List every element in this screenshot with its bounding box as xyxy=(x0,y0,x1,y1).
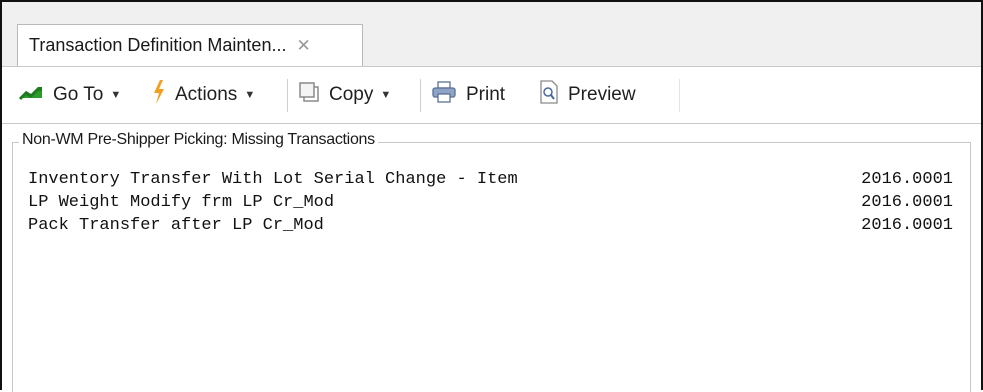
preview-icon xyxy=(539,80,559,110)
goto-button[interactable]: Go To ▼ xyxy=(18,67,121,123)
transaction-version: 2016.0001 xyxy=(861,170,953,189)
preview-label: Preview xyxy=(568,84,636,105)
toolbar-separator xyxy=(287,79,288,112)
groupbox-border xyxy=(970,142,971,392)
transaction-version: 2016.0001 xyxy=(861,193,953,212)
goto-label: Go To xyxy=(53,84,104,105)
toolbar-separator xyxy=(420,79,421,112)
printer-icon xyxy=(431,81,457,109)
list-item: Inventory Transfer With Lot Serial Chang… xyxy=(28,170,953,193)
preview-button[interactable]: Preview xyxy=(539,67,636,123)
copy-button[interactable]: Copy ▼ xyxy=(298,67,391,123)
close-icon[interactable]: ✕ xyxy=(296,36,310,56)
toolbar: Go To ▼ Actions ▼ Copy ▼ Print Preview xyxy=(2,66,981,124)
goto-dropdown-icon: ▼ xyxy=(110,89,122,101)
transaction-name: Inventory Transfer With Lot Serial Chang… xyxy=(28,170,518,189)
toolbar-separator xyxy=(679,79,680,112)
groupbox-border xyxy=(12,142,13,392)
actions-label: Actions xyxy=(175,84,238,105)
tab-label: Transaction Definition Mainten... xyxy=(29,35,287,55)
application-window: Transaction Definition Mainten... ✕ Go T… xyxy=(0,0,983,392)
print-button[interactable]: Print xyxy=(431,67,505,123)
transaction-version: 2016.0001 xyxy=(861,216,953,235)
copy-icon xyxy=(298,81,320,109)
tab-strip: Transaction Definition Mainten... ✕ xyxy=(2,2,981,66)
copy-dropdown-icon: ▼ xyxy=(380,89,392,101)
actions-dropdown-icon: ▼ xyxy=(244,89,256,101)
groupbox-title: Non-WM Pre-Shipper Picking: Missing Tran… xyxy=(19,131,378,149)
goto-arrow-icon xyxy=(18,83,44,107)
print-label: Print xyxy=(466,84,506,105)
transaction-name: LP Weight Modify frm LP Cr_Mod xyxy=(28,193,335,212)
content-panel: Non-WM Pre-Shipper Picking: Missing Tran… xyxy=(2,124,981,392)
lightning-icon xyxy=(152,80,166,110)
copy-label: Copy xyxy=(329,84,374,105)
list-item: Pack Transfer after LP Cr_Mod 2016.0001 xyxy=(28,216,953,239)
transaction-list: Inventory Transfer With Lot Serial Chang… xyxy=(28,170,953,239)
list-item: LP Weight Modify frm LP Cr_Mod 2016.0001 xyxy=(28,193,953,216)
tab-transaction-definition[interactable]: Transaction Definition Mainten... ✕ xyxy=(17,24,363,66)
actions-button[interactable]: Actions ▼ xyxy=(152,67,255,123)
transaction-name: Pack Transfer after LP Cr_Mod xyxy=(28,216,324,235)
